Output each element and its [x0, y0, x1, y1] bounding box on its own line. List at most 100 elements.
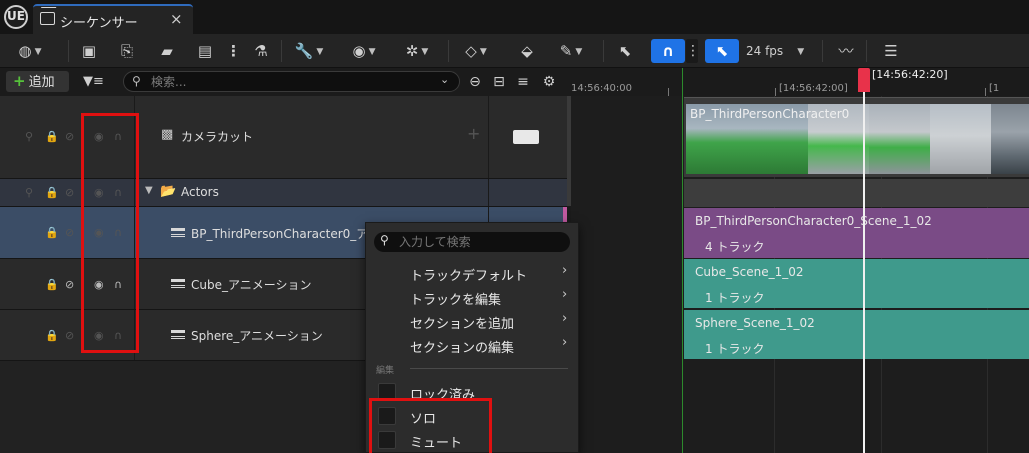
menu-section-label: 編集: [376, 366, 395, 376]
save-button[interactable]: ▣: [78, 39, 100, 63]
add-label: 追加: [28, 75, 55, 90]
menu-item-add-section[interactable]: セクションを追加 ›: [366, 309, 578, 333]
section-track-count: 1 トラック: [705, 291, 765, 305]
chevron-right-icon: ›: [562, 263, 568, 278]
clapper-button[interactable]: ▤: [193, 39, 217, 63]
time-ruler[interactable]: 14:56:40:00 [14:56:42:00] [1: [571, 68, 1029, 96]
lock-icon[interactable]: 🔒: [45, 226, 59, 239]
cursor-snap-icon: ⬉: [715, 42, 729, 60]
search-icon: ⚲: [132, 74, 141, 88]
level-sequence-icon: [171, 330, 185, 339]
section-sphere[interactable]: Sphere_Scene_1_02 1 トラック: [684, 310, 1029, 359]
render-movie-button[interactable]: ▰: [155, 39, 179, 63]
menu-search-input[interactable]: [399, 234, 559, 250]
view-options-dropdown[interactable]: ◉ ▼: [344, 39, 384, 63]
menu-search-field[interactable]: ⚲: [374, 232, 570, 252]
toolbar-divider: [68, 40, 69, 62]
list-tree-icon: ☰: [884, 42, 898, 60]
fps-label: 24 fps: [746, 44, 784, 58]
filter-dropdown[interactable]: ▼≡: [83, 72, 119, 92]
lock-icon[interactable]: 🔒: [45, 130, 59, 143]
toolbar-divider: [281, 40, 282, 62]
disable-icon[interactable]: ⊘: [65, 186, 74, 199]
track-search-field[interactable]: ⚲ ⌄: [123, 71, 460, 92]
section-bp-character[interactable]: BP_ThirdPersonCharacter0_Scene_1_02 4 トラ…: [684, 208, 1029, 258]
playback-options-dropdown[interactable]: ✲ ▼: [397, 39, 437, 63]
curve-icon: 〰: [838, 42, 854, 60]
tools-dropdown[interactable]: 🔧 ▼: [290, 39, 328, 63]
disable-icon[interactable]: ⊘: [65, 329, 74, 342]
level-sequence-icon: [171, 228, 185, 237]
track-name: BP_ThirdPersonCharacter0_アニ: [191, 227, 381, 241]
chevron-down-icon: ▼: [479, 46, 487, 57]
expand-arrow-icon[interactable]: ▼: [145, 185, 153, 196]
chevron-right-icon: ›: [562, 311, 568, 326]
toolbar-divider: [822, 40, 823, 62]
collapse-icon[interactable]: ⊟: [489, 72, 509, 92]
diamond-icon: ◇: [465, 42, 477, 60]
edit-tools-dropdown[interactable]: ✎ ▼: [551, 39, 591, 63]
add-plus-icon[interactable]: +: [467, 124, 480, 143]
menu-item-edit-track[interactable]: トラックを編集 ›: [366, 285, 578, 309]
tag-icon: ⬙: [521, 42, 533, 60]
menu-item-edit-section[interactable]: セクションの編集 ›: [366, 333, 578, 357]
playhead-line: [863, 92, 865, 453]
kebab-icon: ⋮: [686, 43, 700, 59]
snap-toggle-button[interactable]: ∩: [651, 39, 685, 63]
playback-start-line: [682, 68, 683, 453]
ruler-label: [1: [989, 83, 1000, 94]
ruler-tick: [775, 88, 776, 96]
save-icon: ▣: [81, 42, 97, 60]
chevron-down-icon[interactable]: ⌄: [440, 73, 449, 86]
menu-item-label: トラックを編集: [410, 293, 502, 308]
list-icon[interactable]: ≡: [513, 72, 533, 92]
section-track-count: 4 トラック: [705, 240, 765, 254]
close-icon[interactable]: ×: [170, 10, 183, 28]
track-search-input[interactable]: [151, 74, 431, 90]
camera-thumbnail: [869, 104, 930, 174]
expand-all-icon[interactable]: ⊖: [465, 72, 485, 92]
chevron-down-icon: ▼: [575, 46, 583, 57]
disable-icon[interactable]: ⊘: [65, 278, 74, 291]
section-cube[interactable]: Cube_Scene_1_02 1 トラック: [684, 259, 1029, 308]
find-asset-button[interactable]: ⎘: [115, 39, 139, 63]
curve-editor-button[interactable]: 〰: [834, 39, 858, 63]
fps-dropdown[interactable]: 24 fps ▼: [746, 39, 816, 63]
tab-sequencer[interactable]: シーケンサー ×: [33, 4, 193, 34]
unreal-logo-icon[interactable]: UE: [4, 5, 28, 29]
add-track-button[interactable]: + 追加: [6, 71, 69, 92]
clapperboard-icon: [40, 12, 55, 25]
lock-icon[interactable]: 🔒: [45, 329, 59, 342]
disable-icon[interactable]: ⊘: [65, 226, 74, 239]
track-name-cell: ▩ カメラカット +: [135, 96, 487, 178]
plus-icon: +: [13, 72, 26, 90]
gear-icon[interactable]: ⚙: [539, 72, 559, 92]
section-title: BP_ThirdPersonCharacter0_Scene_1_02: [695, 214, 932, 228]
chevron-down-icon: ▼: [421, 46, 429, 57]
playhead-handle[interactable]: [858, 68, 870, 92]
toolbar-divider: [448, 40, 449, 62]
filter-icon: ▼≡: [83, 74, 104, 89]
menu-item-label: セクションを追加: [410, 317, 515, 332]
snap-options-button[interactable]: ⋮: [686, 39, 700, 63]
chevron-down-icon: ▼: [34, 46, 42, 57]
track-extra-cell: [488, 179, 567, 206]
folder-icon: 📂: [160, 184, 177, 199]
menu-item-track-defaults[interactable]: トラックデフォルト ›: [366, 261, 578, 285]
world-settings-button[interactable]: ◍ ▼: [10, 39, 50, 63]
lock-icon[interactable]: 🔒: [45, 186, 59, 199]
more-options-button[interactable]: ⋮: [226, 39, 241, 63]
level-sequence-icon: [171, 279, 185, 288]
transform-button[interactable]: ⚗: [249, 39, 273, 63]
key-tag-button[interactable]: ⬙: [514, 39, 540, 63]
pin-icon[interactable]: ⚲: [25, 186, 33, 199]
clapperboard-icon: ▤: [197, 42, 213, 60]
pin-icon[interactable]: ⚲: [25, 130, 33, 143]
snap-cursor-button[interactable]: ⬉: [705, 39, 739, 63]
disable-icon[interactable]: ⊘: [65, 130, 74, 143]
select-tool-button[interactable]: ⬉: [612, 39, 638, 63]
camera-lock-icon[interactable]: [513, 130, 539, 144]
key-options-dropdown[interactable]: ◇ ▼: [456, 39, 496, 63]
lock-icon[interactable]: 🔒: [45, 278, 59, 291]
tree-view-button[interactable]: ☰: [879, 39, 903, 63]
